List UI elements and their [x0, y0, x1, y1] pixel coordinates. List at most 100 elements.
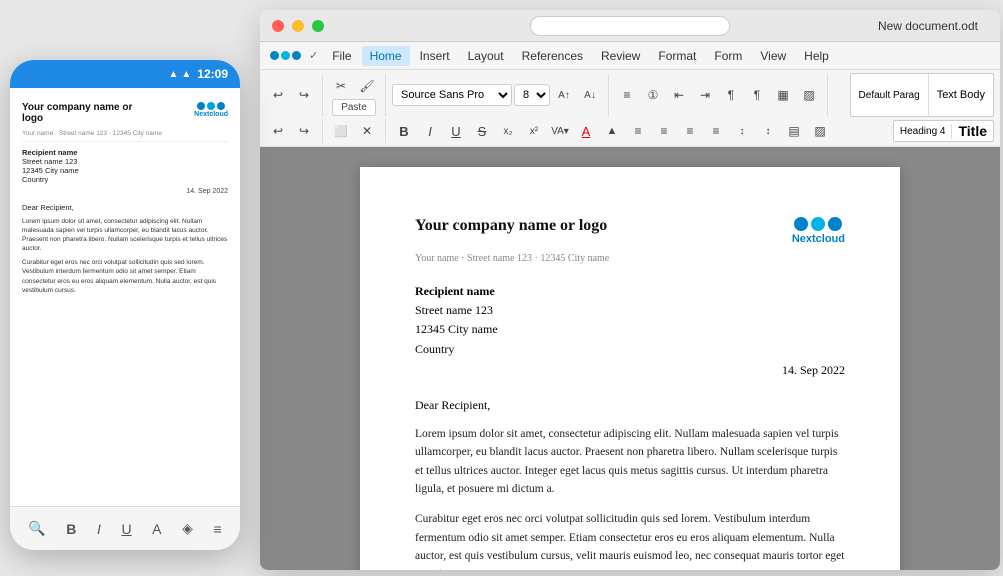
toolbar-font-group: Source Sans Pro 8 A↑ A↓ — [392, 74, 609, 116]
underline-button[interactable]: U — [444, 119, 468, 143]
font-shrink-button[interactable]: A↓ — [578, 83, 602, 107]
doc-city: 12345 City name — [415, 320, 845, 339]
menu-insert[interactable]: Insert — [412, 46, 458, 66]
text-highlight-button[interactable]: ▲ — [600, 119, 624, 143]
align-center-button[interactable]: ≡ — [652, 119, 676, 143]
undo2-button[interactable]: ↩ — [266, 119, 290, 143]
phone-country: Country — [22, 175, 48, 184]
menu-layout[interactable]: Layout — [460, 46, 512, 66]
font-family-select[interactable]: Source Sans Pro — [392, 84, 512, 106]
doc-nextcloud-label: Nextcloud — [792, 233, 845, 245]
window-search-bar[interactable] — [530, 16, 730, 36]
menu-home[interactable]: Home — [362, 46, 410, 66]
spacing-button[interactable]: ¶ — [745, 83, 769, 107]
superscript-button[interactable]: x² — [522, 119, 546, 143]
menu-help[interactable]: Help — [796, 46, 837, 66]
phone-recipient-name: Recipient name — [22, 148, 228, 157]
doc-recipient-name: Recipient name — [415, 284, 495, 298]
phone-nextcloud-label: Nextcloud — [194, 111, 228, 118]
phone-dear: Dear Recipient, — [22, 203, 228, 212]
outdent-button[interactable]: ⇤ — [667, 83, 691, 107]
redo-button[interactable]: ↪ — [292, 83, 316, 107]
justify-button[interactable]: ≡ — [704, 119, 728, 143]
phone-para2: Curabitur eget eros nec orci volutpat so… — [22, 258, 228, 294]
phone-search-button[interactable]: 🔍 — [28, 520, 45, 537]
align-right-button[interactable]: ≡ — [678, 119, 702, 143]
italic-button[interactable]: I — [418, 119, 442, 143]
redo2-button[interactable]: ↪ — [292, 119, 316, 143]
bold-button[interactable]: B — [392, 119, 416, 143]
phone-address-line: Your name · Street name 123 · 12345 City… — [22, 130, 228, 142]
style-text-body[interactable]: Text Body — [929, 74, 993, 116]
phone-company-name: Your company name or logo — [22, 102, 142, 124]
menu-review[interactable]: Review — [593, 46, 648, 66]
numbering-button[interactable]: ① — [641, 83, 665, 107]
menu-references[interactable]: References — [514, 46, 591, 66]
doc-your-address: Your name · Street name 123 · 12345 City… — [415, 253, 845, 264]
menu-form[interactable]: Form — [706, 46, 750, 66]
borders2-button[interactable]: ▤ — [782, 119, 806, 143]
phone-para1: Lorem ipsum dolor sit amet, consectetur … — [22, 217, 228, 253]
indent-button[interactable]: ⇥ — [693, 83, 717, 107]
nc-menu-dot-2 — [281, 51, 290, 60]
window-maximize-button[interactable] — [312, 20, 324, 32]
phone-nextcloud-dots — [197, 102, 225, 110]
shading-button[interactable]: ▨ — [797, 83, 821, 107]
phone-city: 12345 City name — [22, 166, 79, 175]
nc-menu-dot-1 — [270, 51, 279, 60]
toolbar-clipboard-group: ✂ 🖌 Paste — [329, 74, 386, 116]
line-spacing-button[interactable]: ↕ — [730, 119, 754, 143]
para-marks-button[interactable]: ¶ — [719, 83, 743, 107]
menu-view[interactable]: View — [752, 46, 794, 66]
phone-highlight-button[interactable]: ◈ — [182, 520, 193, 537]
clear-format-button[interactable]: ✕ — [355, 119, 379, 143]
strikethrough-button[interactable]: S — [470, 119, 494, 143]
phone-italic-button[interactable]: I — [97, 521, 101, 537]
toolbar-undo-redo-group: ↩ ↪ — [266, 74, 323, 116]
doc-dear: Dear Recipient, — [415, 398, 845, 413]
doc-header-row: Your company name or logo Nextcloud — [415, 217, 845, 245]
phone-status-icons: ▲ ▲ — [168, 69, 191, 80]
phone-toolbar[interactable]: 🔍 B I U A ◈ ≡ — [10, 506, 240, 550]
doc-para1: Lorem ipsum dolor sit amet, consectetur … — [415, 425, 845, 499]
style-title[interactable]: Title — [952, 121, 993, 141]
window-minimize-button[interactable] — [292, 20, 304, 32]
format-paint-button[interactable]: 🖌 — [355, 74, 379, 98]
style-boxes: Default Parag Text Body — [850, 73, 994, 117]
doc-recipient: Recipient name Street name 123 12345 Cit… — [415, 282, 845, 359]
undo-button[interactable]: ↩ — [266, 83, 290, 107]
font-color-button[interactable]: A — [574, 119, 598, 143]
nextcloud-logo-menu — [270, 51, 301, 60]
font-grow-button[interactable]: A↑ — [552, 83, 576, 107]
doc-para2: Curabitur eget eros nec orci volutpat so… — [415, 510, 845, 570]
bullets-button[interactable]: ≡ — [615, 83, 639, 107]
cut-button[interactable]: ✂ — [329, 74, 353, 98]
doc-nextcloud-logo: Nextcloud — [792, 217, 845, 245]
nc-doc-dot-1 — [794, 217, 808, 231]
window-close-button[interactable] — [272, 20, 284, 32]
borders-button[interactable]: ▦ — [771, 83, 795, 107]
menu-file[interactable]: File — [324, 46, 359, 66]
font-size-select[interactable]: 8 — [514, 84, 550, 106]
doc-company-name: Your company name or logo — [415, 217, 607, 235]
menu-check-icon: ✓ — [309, 49, 318, 62]
phone-street: Street name 123 — [22, 157, 77, 166]
style-heading4[interactable]: Heading 4 — [894, 124, 953, 139]
subscript-button[interactable]: x₂ — [496, 119, 520, 143]
align-left-button[interactable]: ≡ — [626, 119, 650, 143]
menu-format[interactable]: Format — [650, 46, 704, 66]
style-default-para[interactable]: Default Parag — [851, 74, 929, 116]
phone-underline-button[interactable]: U — [121, 521, 131, 537]
para-spacing-button[interactable]: ↕ — [756, 119, 780, 143]
copy2-button[interactable]: ⬜ — [329, 119, 353, 143]
phone-font-button[interactable]: A — [152, 521, 161, 537]
phone-bold-button[interactable]: B — [66, 521, 76, 537]
nc-dot-3 — [217, 102, 225, 110]
wifi-icon: ▲ — [181, 69, 191, 80]
paste-button[interactable]: Paste — [332, 99, 376, 116]
mobile-phone: ▲ ▲ 12:09 Your company name or logo Next… — [10, 60, 240, 550]
phone-list-button[interactable]: ≡ — [213, 521, 221, 537]
shading2-button[interactable]: ▨ — [808, 119, 832, 143]
char-spacing-button[interactable]: VA▾ — [548, 119, 572, 143]
signal-icon: ▲ — [168, 69, 178, 80]
